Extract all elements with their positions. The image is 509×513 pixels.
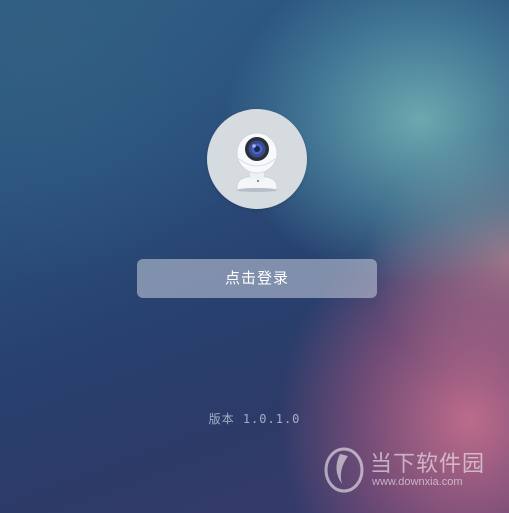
login-button[interactable]: 点击登录 [137, 259, 377, 298]
watermark-url: www.downxia.com [372, 476, 463, 488]
watermark: 当下软件园 www.downxia.com [322, 440, 502, 496]
camera-avatar [207, 109, 307, 209]
watermark-title: 当下软件园 [370, 452, 486, 477]
login-screen: 点击登录 版本 1.0.1.0 当下软件园 www.downxia.com [0, 0, 509, 513]
camera-icon [236, 132, 278, 192]
version-label: 版本 1.0.1.0 [208, 412, 301, 426]
downxia-logo-icon [324, 447, 364, 493]
